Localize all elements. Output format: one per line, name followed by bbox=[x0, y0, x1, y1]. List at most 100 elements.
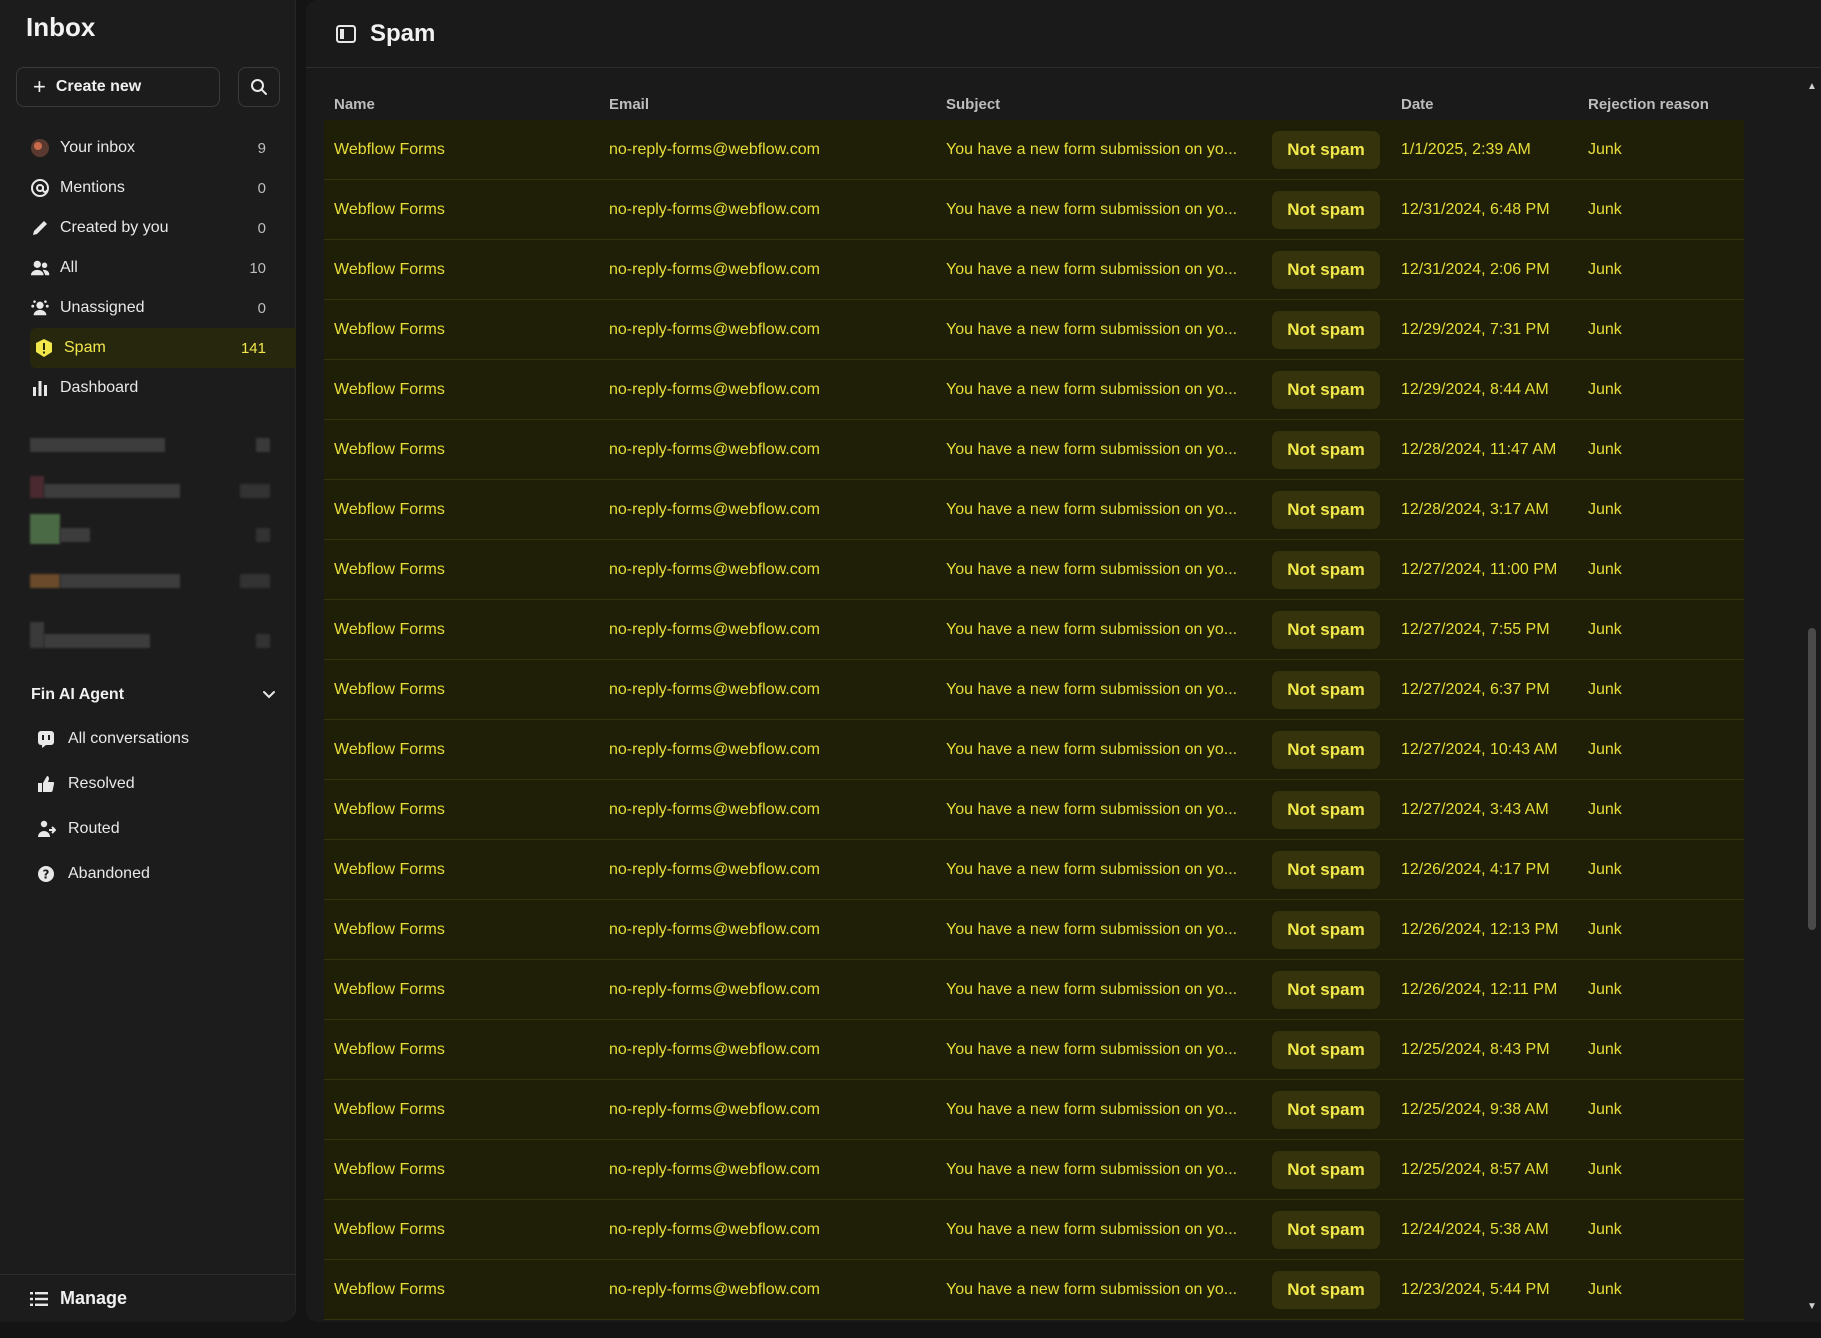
row-date: 12/27/2024, 3:43 AM bbox=[1401, 801, 1549, 818]
row-email: no-reply-forms@webflow.com bbox=[609, 1281, 820, 1298]
sub-item-label: Routed bbox=[68, 819, 120, 837]
table-row[interactable]: Webflow Forms no-reply-forms@webflow.com Y… bbox=[324, 300, 1744, 360]
row-subject: You have a new form submission on yo... bbox=[946, 681, 1238, 698]
row-date: 12/26/2024, 12:13 PM bbox=[1401, 921, 1559, 938]
row-date: 12/25/2024, 8:57 AM bbox=[1401, 1161, 1549, 1178]
table-row[interactable]: Webflow Forms no-reply-forms@webflow.com Y… bbox=[324, 420, 1744, 480]
row-email: no-reply-forms@webflow.com bbox=[609, 1161, 820, 1178]
row-date: 12/26/2024, 4:17 PM bbox=[1401, 861, 1550, 878]
table-row[interactable]: Webflow Forms no-reply-forms@webflow.com Y… bbox=[324, 960, 1744, 1020]
not-spam-button[interactable]: Not spam bbox=[1272, 431, 1380, 469]
unassigned-icon bbox=[30, 298, 50, 318]
sidebar-item-unassigned[interactable]: Unassigned 0 bbox=[16, 288, 296, 328]
table-row[interactable]: Webflow Forms no-reply-forms@webflow.com Y… bbox=[324, 1020, 1744, 1080]
sidebar-item-spam[interactable]: Spam 141 bbox=[30, 328, 296, 368]
row-rejection-reason: Junk bbox=[1588, 861, 1622, 878]
row-rejection-reason: Junk bbox=[1588, 1161, 1622, 1178]
thumbs-up-icon bbox=[36, 774, 56, 794]
column-header-email[interactable]: Email bbox=[609, 96, 649, 113]
not-spam-button[interactable]: Not spam bbox=[1272, 851, 1380, 889]
not-spam-button[interactable]: Not spam bbox=[1272, 1091, 1380, 1129]
sidebar-item-routed[interactable]: Routed bbox=[36, 806, 276, 851]
table-row[interactable]: Webflow Forms no-reply-forms@webflow.com Y… bbox=[324, 540, 1744, 600]
not-spam-button[interactable]: Not spam bbox=[1272, 491, 1380, 529]
row-rejection-reason: Junk bbox=[1588, 1221, 1622, 1238]
table-row[interactable]: Webflow Forms no-reply-forms@webflow.com Y… bbox=[324, 180, 1744, 240]
create-new-label: Create new bbox=[55, 78, 142, 95]
column-header-subject[interactable]: Subject bbox=[946, 96, 1000, 113]
row-rejection-reason: Junk bbox=[1588, 621, 1622, 638]
table-row[interactable]: Webflow Forms no-reply-forms@webflow.com Y… bbox=[324, 480, 1744, 540]
table-row[interactable]: Webflow Forms no-reply-forms@webflow.com Y… bbox=[324, 120, 1744, 180]
not-spam-button[interactable]: Not spam bbox=[1272, 551, 1380, 589]
column-header-name[interactable]: Name bbox=[334, 96, 375, 113]
row-date: 12/31/2024, 6:48 PM bbox=[1401, 201, 1550, 218]
not-spam-button[interactable]: Not spam bbox=[1272, 731, 1380, 769]
not-spam-button[interactable]: Not spam bbox=[1272, 671, 1380, 709]
main-panel: Spam Name Email Subject Date Rejection r… bbox=[306, 0, 1821, 1322]
row-rejection-reason: Junk bbox=[1588, 321, 1622, 338]
not-spam-button[interactable]: Not spam bbox=[1272, 191, 1380, 229]
sidebar-item-dashboard[interactable]: Dashboard bbox=[16, 368, 296, 408]
not-spam-button[interactable]: Not spam bbox=[1272, 251, 1380, 289]
sub-item-label: All conversations bbox=[68, 729, 189, 747]
not-spam-button[interactable]: Not spam bbox=[1272, 131, 1380, 169]
scroll-down-arrow[interactable]: ▼ bbox=[1806, 1302, 1818, 1312]
not-spam-button[interactable]: Not spam bbox=[1272, 1271, 1380, 1309]
manage-label: Manage bbox=[60, 1288, 128, 1308]
column-header-date[interactable]: Date bbox=[1401, 96, 1434, 113]
not-spam-button[interactable]: Not spam bbox=[1272, 1211, 1380, 1249]
row-name: Webflow Forms bbox=[334, 741, 445, 758]
sidebar-item-created-by-you[interactable]: Created by you 0 bbox=[16, 208, 296, 248]
table-row[interactable]: Webflow Forms no-reply-forms@webflow.com Y… bbox=[324, 720, 1744, 780]
table-row[interactable]: Webflow Forms no-reply-forms@webflow.com Y… bbox=[324, 840, 1744, 900]
sidebar-item-abandoned[interactable]: ? Abandoned bbox=[36, 851, 276, 896]
table-row[interactable]: Webflow Forms no-reply-forms@webflow.com Y… bbox=[324, 1080, 1744, 1140]
row-date: 12/27/2024, 6:37 PM bbox=[1401, 681, 1550, 698]
row-rejection-reason: Junk bbox=[1588, 1101, 1622, 1118]
not-spam-button[interactable]: Not spam bbox=[1272, 1151, 1380, 1189]
row-email: no-reply-forms@webflow.com bbox=[609, 681, 820, 698]
sidebar-item-all-conversations[interactable]: All conversations bbox=[36, 716, 276, 761]
row-subject: You have a new form submission on yo... bbox=[946, 501, 1238, 518]
table-row[interactable]: Webflow Forms no-reply-forms@webflow.com Y… bbox=[324, 360, 1744, 420]
sidebar-item-resolved[interactable]: Resolved bbox=[36, 761, 276, 806]
manage-button[interactable]: Manage bbox=[0, 1274, 296, 1322]
row-email: no-reply-forms@webflow.com bbox=[609, 981, 820, 998]
row-subject: You have a new form submission on yo... bbox=[946, 861, 1238, 878]
not-spam-button[interactable]: Not spam bbox=[1272, 791, 1380, 829]
scrollbar-thumb[interactable] bbox=[1808, 628, 1816, 930]
not-spam-button[interactable]: Not spam bbox=[1272, 911, 1380, 949]
create-new-button[interactable]: + Create new bbox=[16, 67, 220, 107]
table-row[interactable]: Webflow Forms no-reply-forms@webflow.com Y… bbox=[324, 1200, 1744, 1260]
column-header-rejection-reason[interactable]: Rejection reason bbox=[1588, 96, 1709, 113]
row-name: Webflow Forms bbox=[334, 801, 445, 818]
table-row[interactable]: Webflow Forms no-reply-forms@webflow.com Y… bbox=[324, 600, 1744, 660]
scroll-up-arrow[interactable]: ▲ bbox=[1806, 82, 1818, 92]
table-row[interactable]: Webflow Forms no-reply-forms@webflow.com Y… bbox=[324, 240, 1744, 300]
spam-icon bbox=[34, 338, 54, 358]
svg-text:?: ? bbox=[43, 867, 50, 881]
row-subject: You have a new form submission on yo... bbox=[946, 321, 1238, 338]
sidebar-toggle-icon[interactable] bbox=[336, 24, 356, 43]
at-icon bbox=[30, 178, 50, 198]
fin-ai-agent-nav: All conversations Resolved Routed ? Aban… bbox=[36, 716, 276, 896]
sidebar-item-count: 9 bbox=[257, 139, 266, 157]
not-spam-button[interactable]: Not spam bbox=[1272, 971, 1380, 1009]
table-row[interactable]: Webflow Forms no-reply-forms@webflow.com Y… bbox=[324, 1140, 1744, 1200]
table-row[interactable]: Webflow Forms no-reply-forms@webflow.com Y… bbox=[324, 900, 1744, 960]
table-row[interactable]: Webflow Forms no-reply-forms@webflow.com Y… bbox=[324, 780, 1744, 840]
sidebar-item-your-inbox[interactable]: Your inbox 9 bbox=[16, 128, 296, 168]
not-spam-button[interactable]: Not spam bbox=[1272, 611, 1380, 649]
conversations-icon bbox=[36, 729, 56, 749]
not-spam-button[interactable]: Not spam bbox=[1272, 311, 1380, 349]
row-name: Webflow Forms bbox=[334, 561, 445, 578]
sidebar-item-mentions[interactable]: Mentions 0 bbox=[16, 168, 296, 208]
sidebar-item-all[interactable]: All 10 bbox=[16, 248, 296, 288]
search-button[interactable] bbox=[238, 67, 280, 107]
table-row[interactable]: Webflow Forms no-reply-forms@webflow.com Y… bbox=[324, 660, 1744, 720]
table-row[interactable]: Webflow Forms no-reply-forms@webflow.com Y… bbox=[324, 1260, 1744, 1320]
not-spam-button[interactable]: Not spam bbox=[1272, 1031, 1380, 1069]
fin-ai-agent-section-toggle[interactable]: Fin AI Agent bbox=[31, 680, 276, 710]
not-spam-button[interactable]: Not spam bbox=[1272, 371, 1380, 409]
